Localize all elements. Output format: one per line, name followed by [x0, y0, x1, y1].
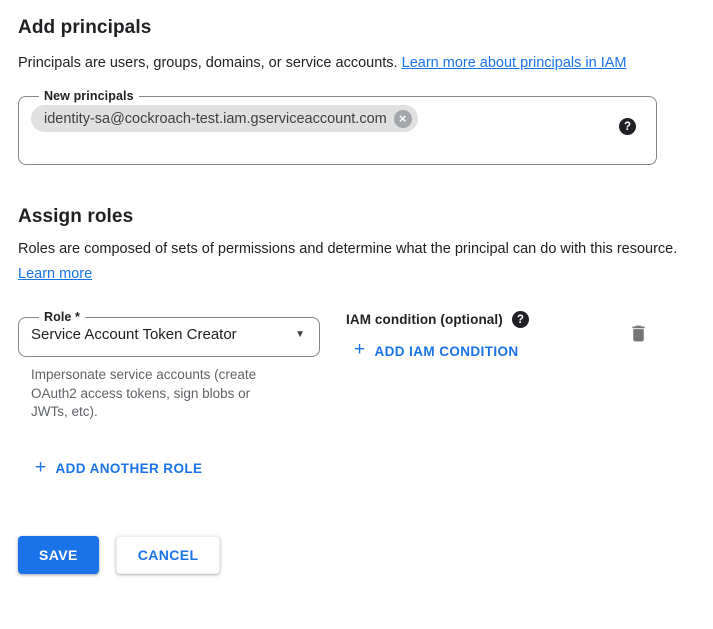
save-button[interactable]: SAVE [18, 536, 99, 574]
assign-roles-title: Assign roles [18, 206, 695, 228]
chip-remove-icon[interactable]: × [394, 110, 412, 128]
principal-chip-label: identity-sa@cockroach-test.iam.gservicea… [44, 111, 387, 127]
add-iam-condition-label: ADD IAM CONDITION [375, 344, 519, 359]
iam-condition-help-icon[interactable]: ? [512, 311, 529, 328]
delete-role-button[interactable] [628, 323, 649, 344]
add-another-role-label: ADD ANOTHER ROLE [56, 461, 203, 476]
roles-description: Roles are composed of sets of permission… [18, 237, 680, 287]
add-principals-panel: Add principals Principals are users, gro… [0, 0, 713, 574]
iam-condition-label: IAM condition (optional) [346, 312, 503, 327]
plus-icon: + [354, 342, 366, 358]
role-row: Role * Service Account Token Creator ▼ I… [18, 310, 657, 422]
cancel-button[interactable]: CANCEL [116, 536, 221, 574]
add-role-row: + ADD ANOTHER ROLE [35, 461, 695, 479]
new-principals-label: New principals [39, 89, 139, 103]
role-select[interactable]: Role * Service Account Token Creator ▼ [18, 310, 320, 357]
new-principals-field[interactable]: New principals identity-sa@cockroach-tes… [18, 89, 657, 165]
chevron-down-icon[interactable]: ▼ [295, 329, 305, 340]
action-buttons: SAVE CANCEL [18, 536, 695, 574]
principals-description-text: Principals are users, groups, domains, o… [18, 55, 402, 71]
role-column: Role * Service Account Token Creator ▼ I… [18, 310, 320, 422]
role-label: Role * [39, 310, 85, 324]
add-iam-condition-button[interactable]: + ADD IAM CONDITION [354, 343, 519, 359]
iam-condition-column: IAM condition (optional) ? + ADD IAM CON… [346, 310, 628, 361]
page-title: Add principals [18, 17, 695, 39]
role-helper-text: Impersonate service accounts (create OAu… [31, 366, 289, 422]
principals-description: Principals are users, groups, domains, o… [18, 51, 680, 76]
roles-description-text: Roles are composed of sets of permission… [18, 241, 677, 257]
principal-chip[interactable]: identity-sa@cockroach-test.iam.gservicea… [31, 105, 418, 132]
add-another-role-button[interactable]: + ADD ANOTHER ROLE [35, 461, 202, 477]
role-selected-value: Service Account Token Creator [31, 326, 237, 343]
plus-icon: + [35, 460, 47, 476]
new-principals-help-icon[interactable]: ? [619, 118, 636, 135]
learn-more-principals-link[interactable]: Learn more about principals in IAM [402, 55, 627, 71]
iam-condition-label-row: IAM condition (optional) ? [346, 311, 628, 328]
trash-icon [628, 323, 649, 344]
delete-role-column [628, 323, 649, 349]
learn-more-roles-link[interactable]: Learn more [18, 266, 92, 282]
role-select-value-row[interactable]: Service Account Token Creator ▼ [31, 326, 307, 343]
